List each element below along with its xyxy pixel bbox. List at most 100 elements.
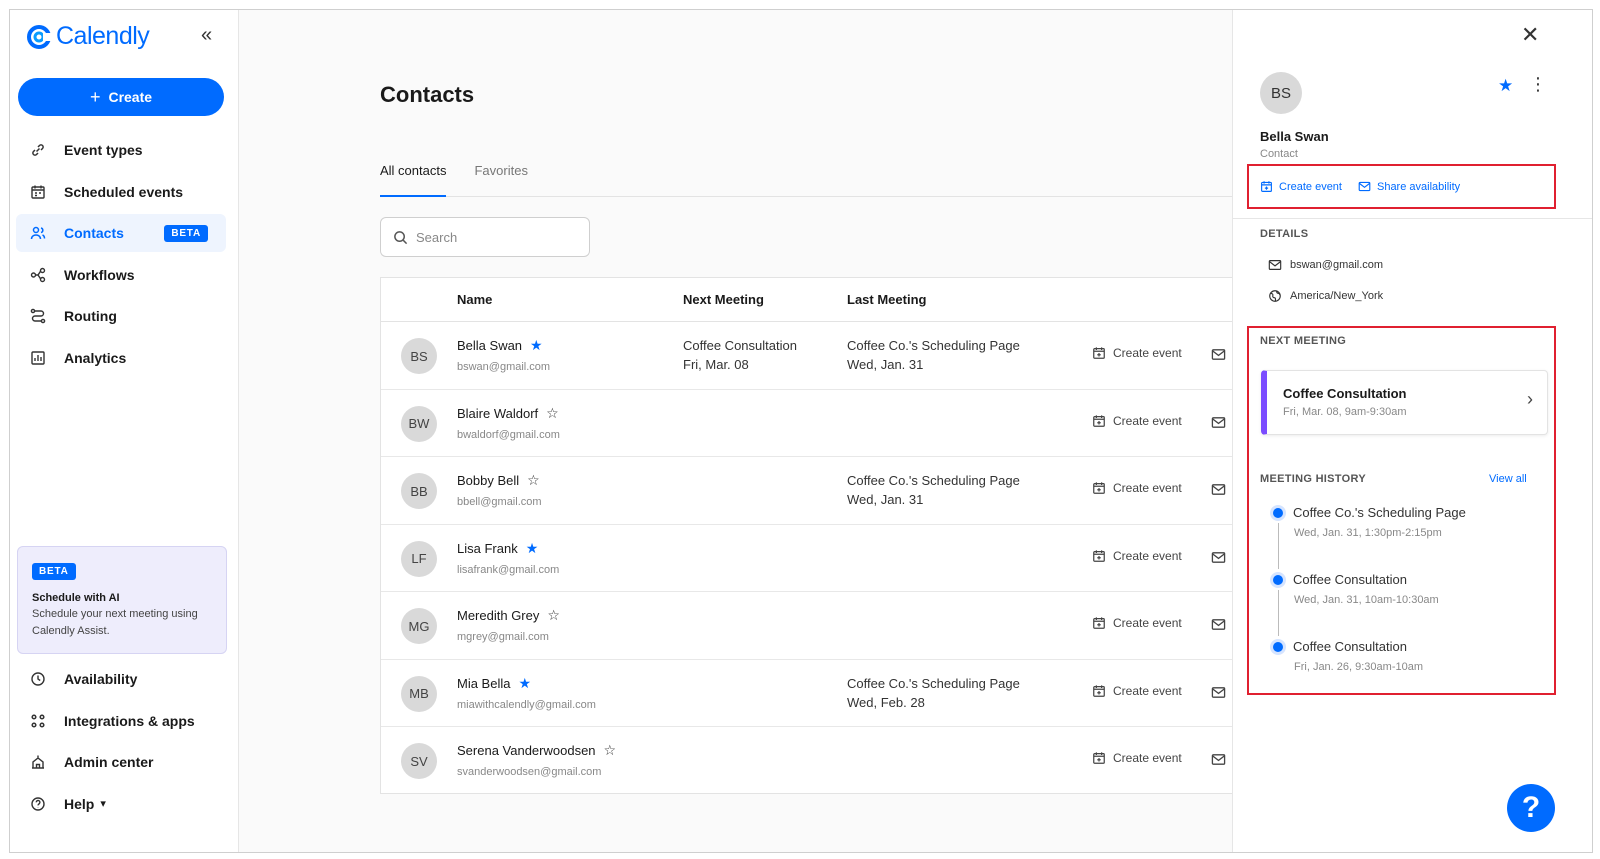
contact-name[interactable]: Mia Bella xyxy=(457,676,510,691)
column-header-name[interactable]: Name xyxy=(457,292,492,307)
contact-name[interactable]: Lisa Frank xyxy=(457,541,518,556)
table-row[interactable]: MB Mia Bella ★ miawithcalendly@gmail.com Cof… xyxy=(381,660,1240,727)
row-create-event-button[interactable]: Create event xyxy=(1092,751,1182,765)
contact-name[interactable]: Bella Swan xyxy=(457,338,522,353)
sidebar-item-availability[interactable]: Availability xyxy=(16,660,226,698)
create-button[interactable]: + Create xyxy=(18,78,224,116)
help-button[interactable]: ? xyxy=(1507,784,1555,832)
calendar-plus-icon xyxy=(1093,684,1105,697)
sidebar-item-event-types[interactable]: Event types xyxy=(16,131,226,169)
create-event-label: Create event xyxy=(1113,413,1182,428)
avatar: SV xyxy=(401,743,437,779)
next-meeting-cell: Coffee Consultation Fri, Mar. 08 xyxy=(683,336,797,374)
avatar: BB xyxy=(401,473,437,509)
row-email-button[interactable] xyxy=(1211,347,1226,367)
next-meeting-card[interactable]: Coffee Consultation Fri, Mar. 08, 9am-9:… xyxy=(1261,370,1548,435)
sidebar-item-contacts[interactable]: Contacts BETA xyxy=(16,214,226,252)
contacts-icon xyxy=(30,225,46,241)
sidebar-item-analytics[interactable]: Analytics xyxy=(16,339,226,377)
sidebar-bottom-nav: Availability Integrations & apps Admin c… xyxy=(16,660,226,826)
table-row[interactable]: MG Meredith Grey ☆ mgrey@gmail.com Create ev… xyxy=(381,592,1240,660)
share-availability-button[interactable]: Share availability xyxy=(1358,180,1460,193)
panel-create-event-button[interactable]: Create event xyxy=(1260,180,1342,193)
table-row[interactable]: SV Serena Vanderwoodsen ☆ svanderwoodsen@gm… xyxy=(381,727,1240,795)
table-row[interactable]: LF Lisa Frank ★ lisafrank@gmail.com Create e… xyxy=(381,525,1240,592)
table-row[interactable]: BW Blaire Waldorf ☆ bwaldorf@gmail.com Creat… xyxy=(381,390,1240,457)
favorite-star-icon[interactable]: ★ xyxy=(1498,76,1513,96)
column-header-last-meeting[interactable]: Last Meeting xyxy=(847,292,926,307)
sidebar-item-workflows[interactable]: Workflows xyxy=(16,256,226,294)
column-header-next-meeting[interactable]: Next Meeting xyxy=(683,292,764,307)
plus-icon: + xyxy=(89,86,101,107)
last-meeting-cell: Coffee Co.'s Scheduling Page Wed, Jan. 31 xyxy=(847,336,1020,374)
create-label: Create xyxy=(108,89,153,105)
mail-icon xyxy=(1211,551,1226,563)
history-item-title: Coffee Consultation xyxy=(1293,572,1407,587)
sidebar-item-admin-center[interactable]: Admin center xyxy=(16,743,226,781)
table-row[interactable]: BS Bella Swan ★ bswan@gmail.com Coffee Consu… xyxy=(381,322,1240,390)
mail-icon xyxy=(1211,686,1226,698)
contact-name-cell: Lisa Frank ★ xyxy=(457,540,538,557)
row-email-button[interactable] xyxy=(1211,550,1226,570)
timeline-dot-icon xyxy=(1273,575,1283,585)
search-input[interactable] xyxy=(416,229,576,245)
row-create-event-button[interactable]: Create event xyxy=(1092,549,1182,563)
row-email-button[interactable] xyxy=(1211,685,1226,705)
mail-icon xyxy=(1211,416,1226,428)
search-box[interactable] xyxy=(380,217,590,257)
detail-timezone-value: America/New_York xyxy=(1290,290,1384,302)
tab-all-contacts[interactable]: All contacts xyxy=(380,155,447,197)
contact-tabs: All contacts Favorites xyxy=(380,155,1232,197)
sidebar-item-label: Analytics xyxy=(64,349,127,366)
row-create-event-button[interactable]: Create event xyxy=(1092,414,1182,428)
calendly-logo[interactable]: Calendly xyxy=(26,22,150,51)
row-email-button[interactable] xyxy=(1211,752,1226,772)
sidebar-item-scheduled-events[interactable]: Scheduled events xyxy=(16,173,226,211)
row-email-button[interactable] xyxy=(1211,415,1226,435)
contact-name[interactable]: Meredith Grey xyxy=(457,608,539,623)
schedule-with-ai-card[interactable]: BETA Schedule with AI Schedule your next… xyxy=(17,546,227,654)
star-outline-icon[interactable]: ☆ xyxy=(547,607,560,624)
row-create-event-button[interactable]: Create event xyxy=(1092,481,1182,495)
avatar: BS xyxy=(401,338,437,374)
sidebar-item-help[interactable]: Help ▾ xyxy=(16,785,226,823)
collapse-sidebar-icon[interactable]: « xyxy=(201,24,212,47)
create-event-label: Create event xyxy=(1113,616,1182,630)
row-email-button[interactable] xyxy=(1211,482,1226,502)
star-outline-icon[interactable]: ☆ xyxy=(604,742,617,759)
beta-badge: BETA xyxy=(32,563,76,580)
sidebar-item-label: Workflows xyxy=(64,266,135,283)
view-all-link[interactable]: View all xyxy=(1489,473,1527,485)
contact-actions: Create event Share availability xyxy=(1260,180,1460,193)
detail-email-value[interactable]: bswan@gmail.com xyxy=(1290,259,1383,271)
row-create-event-button[interactable]: Create event xyxy=(1092,616,1182,630)
star-filled-icon[interactable]: ★ xyxy=(518,675,531,692)
row-email-button[interactable] xyxy=(1211,617,1226,637)
search-icon xyxy=(394,230,408,244)
calendly-logo-icon xyxy=(27,24,52,49)
star-filled-icon[interactable]: ★ xyxy=(530,337,543,354)
panel-divider xyxy=(1233,218,1592,219)
row-create-event-button[interactable]: Create event xyxy=(1092,684,1182,698)
avatar: MB xyxy=(401,675,437,712)
row-create-event-button[interactable]: Create event xyxy=(1092,346,1182,360)
star-outline-icon[interactable]: ☆ xyxy=(527,472,540,489)
contact-name[interactable]: Bobby Bell xyxy=(457,473,519,488)
contact-name[interactable]: Serena Vanderwoodsen xyxy=(457,743,596,758)
close-icon[interactable]: ✕ xyxy=(1521,22,1539,48)
sidebar-item-integrations[interactable]: Integrations & apps xyxy=(16,702,226,740)
contact-email: mgrey@gmail.com xyxy=(457,631,549,643)
contact-name[interactable]: Blaire Waldorf xyxy=(457,406,538,421)
more-options-icon[interactable]: ⋮ xyxy=(1529,74,1547,95)
star-filled-icon[interactable]: ★ xyxy=(526,540,539,557)
table-row[interactable]: BB Bobby Bell ☆ bbell@gmail.com Coffee Co.'s… xyxy=(381,457,1240,525)
last-meeting-date: Wed, Jan. 31 xyxy=(847,357,924,372)
mail-icon xyxy=(1211,619,1226,630)
contact-name-cell: Blaire Waldorf ☆ xyxy=(457,405,559,422)
sidebar-item-routing[interactable]: Routing xyxy=(16,297,226,335)
last-meeting-cell: Coffee Co.'s Scheduling Page Wed, Feb. 28 xyxy=(847,674,1020,712)
last-meeting-title: Coffee Co.'s Scheduling Page xyxy=(847,338,1020,353)
mail-icon xyxy=(1211,349,1226,360)
tab-favorites[interactable]: Favorites xyxy=(474,155,527,197)
star-outline-icon[interactable]: ☆ xyxy=(546,405,559,422)
